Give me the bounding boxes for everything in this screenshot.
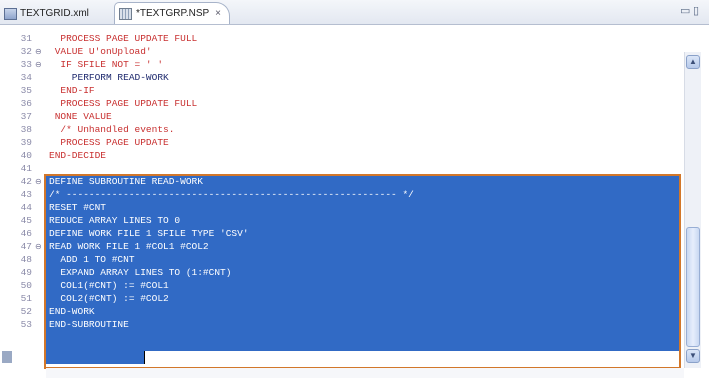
fold-collapse-icon[interactable]: ⊖ [35, 45, 42, 58]
code-text: IF SFILE NOT = ' ' [49, 59, 164, 70]
code-line[interactable]: 47 ⊖ READ WORK FILE 1 #COL1 #COL2 [0, 240, 684, 253]
code-text: END-SUBROUTINE [49, 319, 129, 330]
code-text: ADD 1 TO #CNT [49, 254, 135, 265]
code-line[interactable]: 38 /* Unhandled events. [0, 123, 684, 136]
code-line[interactable]: 49 EXPAND ARRAY LINES TO (1:#CNT) [0, 266, 684, 279]
line-number: 34 [20, 72, 32, 83]
line-number: 36 [20, 98, 32, 109]
fold-collapse-icon[interactable]: ⊖ [35, 58, 42, 71]
scroll-up-icon[interactable]: ▲ [686, 55, 700, 69]
line-number: 43 [20, 189, 32, 200]
xml-file-icon [4, 7, 17, 20]
code-line[interactable]: 53 END-SUBROUTINE [0, 318, 684, 331]
line-number: 42 [20, 176, 32, 187]
code-text: END-WORK [49, 306, 95, 317]
code-line[interactable]: 50 COL1(#CNT) := #COL1 [0, 279, 684, 292]
minimize-icon[interactable]: ▭ [680, 4, 690, 17]
scroll-down-icon[interactable]: ▼ [686, 349, 700, 363]
line-number: 41 [20, 163, 32, 174]
selection-highlight-last-line [46, 351, 144, 364]
code-line[interactable]: 42 ⊖ DEFINE SUBROUTINE READ-WORK [0, 175, 684, 188]
code-line[interactable]: 36 PROCESS PAGE UPDATE FULL [0, 97, 684, 110]
line-number: 52 [20, 306, 32, 317]
code-line[interactable]: 45 REDUCE ARRAY LINES TO 0 [0, 214, 684, 227]
code-text: END-IF [49, 85, 95, 96]
editor-tab-bar: TEXTGRID.xml *TEXTGRP.NSP × ▭ ▯ [0, 0, 709, 25]
code-text: NONE VALUE [49, 111, 112, 122]
code-line[interactable]: 51 COL2(#CNT) := #COL2 [0, 292, 684, 305]
code-text: PROCESS PAGE UPDATE FULL [49, 98, 198, 109]
code-text: RESET #CNT [49, 202, 107, 213]
text-caret [144, 351, 145, 364]
line-number: 35 [20, 85, 32, 96]
code-text: COL1(#CNT) := #COL1 [49, 280, 169, 291]
code-text: /* -------------------------------------… [49, 163, 414, 174]
line-number: 31 [20, 33, 32, 44]
line-number: 37 [20, 111, 32, 122]
code-line[interactable]: 32 ⊖ VALUE U'onUpload' [0, 45, 684, 58]
code-text: /* Unhandled events. [49, 124, 175, 135]
close-icon[interactable]: × [215, 8, 221, 19]
code-text: COL2(#CNT) := #COL2 [49, 293, 169, 304]
code-text: PROCESS PAGE UPDATE FULL [49, 33, 198, 44]
tab-textgrid-xml[interactable]: TEXTGRID.xml [2, 3, 102, 24]
code-line[interactable]: 33 ⊖ IF SFILE NOT = ' ' [0, 58, 684, 71]
line-number: 46 [20, 228, 32, 239]
maximize-icon[interactable]: ▯ [693, 4, 699, 17]
line-number: 45 [20, 215, 32, 226]
line-number: 53 [20, 319, 32, 330]
fold-collapse-icon[interactable]: ⊖ [35, 175, 42, 188]
code-text: DEFINE WORK FILE 1 SFILE TYPE 'CSV' [49, 228, 249, 239]
code-line[interactable]: 48 ADD 1 TO #CNT [0, 253, 684, 266]
code-line[interactable]: 41 /* -----------------------------------… [0, 162, 684, 175]
nsp-file-icon [119, 7, 132, 20]
line-number: 40 [20, 150, 32, 161]
fold-collapse-icon[interactable]: ⊖ [35, 240, 42, 253]
code-line[interactable]: 31 PROCESS PAGE UPDATE FULL [0, 32, 684, 45]
line-number: 44 [20, 202, 32, 213]
line-number: 39 [20, 137, 32, 148]
code-text: REDUCE ARRAY LINES TO 0 [49, 215, 181, 226]
code-text: PROCESS PAGE UPDATE [49, 137, 169, 148]
tab-label: *TEXTGRP.NSP [136, 8, 210, 19]
code-editor[interactable]: 31 PROCESS PAGE UPDATE FULL 32 ⊖ VALUE U'o… [0, 25, 709, 378]
code-text: DEFINE SUBROUTINE READ-WORK [49, 176, 203, 187]
tab-textgrp-nsp[interactable]: *TEXTGRP.NSP × [114, 2, 230, 24]
line-number: 48 [20, 254, 32, 265]
code-text: END-DECIDE [49, 150, 107, 161]
line-number: 50 [20, 280, 32, 291]
code-line[interactable]: 34 PERFORM READ-WORK [0, 71, 684, 84]
current-line-marker [2, 351, 12, 363]
line-number: 38 [20, 124, 32, 135]
horizontal-scrollbar[interactable] [46, 368, 684, 378]
code-line[interactable]: 52 END-WORK [0, 305, 684, 318]
line-number: 32 [20, 46, 32, 57]
code-line[interactable]: 46 DEFINE WORK FILE 1 SFILE TYPE 'CSV' [0, 227, 684, 240]
line-number: 47 [20, 241, 32, 252]
code-text: READ WORK FILE 1 #COL1 #COL2 [49, 241, 209, 252]
tab-label: TEXTGRID.xml [20, 8, 89, 19]
code-line[interactable]: 37 NONE VALUE [0, 110, 684, 123]
code-line[interactable]: 44 RESET #CNT [0, 201, 684, 214]
code-line[interactable]: 43 /* -----------------------------------… [0, 188, 684, 201]
code-text: VALUE U'onUpload' [49, 46, 152, 57]
line-number: 33 [20, 59, 32, 70]
code-text: EXPAND ARRAY LINES TO (1:#CNT) [49, 267, 232, 278]
code-line[interactable]: 40 END-DECIDE [0, 149, 684, 162]
code-text: PERFORM READ-WORK [49, 72, 169, 83]
line-number: 51 [20, 293, 32, 304]
code-text: /* -------------------------------------… [49, 189, 414, 200]
vertical-scrollbar[interactable]: ▲ ▼ [684, 52, 701, 368]
line-number: 49 [20, 267, 32, 278]
code-line[interactable]: 35 END-IF [0, 84, 684, 97]
code-line[interactable]: 39 PROCESS PAGE UPDATE [0, 136, 684, 149]
scroll-thumb[interactable] [686, 227, 700, 347]
